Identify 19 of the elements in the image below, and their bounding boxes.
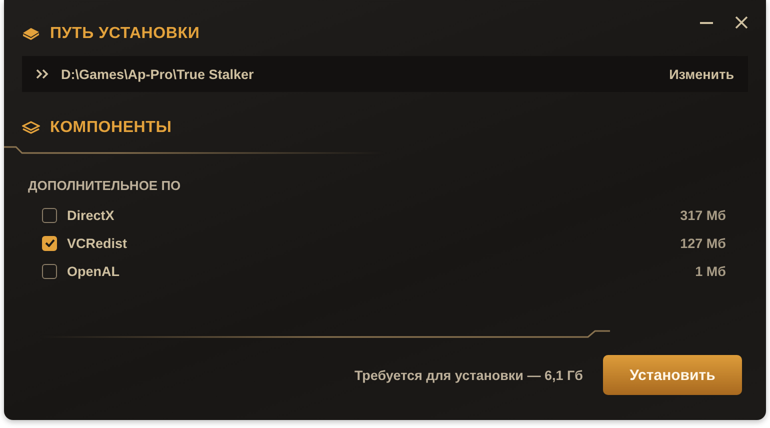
component-name: VCRedist xyxy=(67,236,128,250)
component-size: 317 Мб xyxy=(680,208,726,222)
install-path: D:\Games\Ap-Pro\True Stalker xyxy=(61,66,255,82)
component-size: 127 Мб xyxy=(680,236,726,250)
component-name: OpenAL xyxy=(67,264,120,278)
required-space: Требуется для установки — 6,1 Гб xyxy=(354,368,583,382)
component-name: DirectX xyxy=(67,208,116,222)
minimize-button[interactable] xyxy=(700,20,713,24)
section-title: ПУТЬ УСТАНОВКИ xyxy=(50,25,200,43)
checkbox[interactable] xyxy=(42,208,57,222)
change-link[interactable]: Изменить xyxy=(669,66,734,82)
layers-icon xyxy=(22,121,40,135)
group-label: ДОПОЛНИТЕЛЬНОЕ ПО xyxy=(28,178,182,193)
checkbox[interactable] xyxy=(42,264,57,278)
component-size: 1 Мб xyxy=(695,264,726,278)
double-chevron-icon xyxy=(36,69,49,79)
section-title: КОМПОНЕНТЫ xyxy=(50,119,172,137)
checkbox[interactable] xyxy=(42,236,57,250)
close-button[interactable] xyxy=(735,16,748,29)
